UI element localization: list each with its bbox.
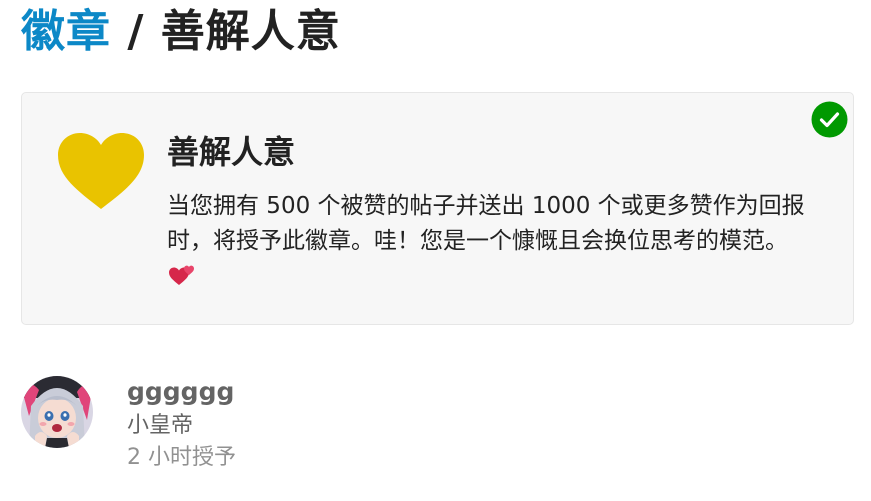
- granted-time: 2 小时授予: [127, 445, 236, 470]
- breadcrumb-badges-link[interactable]: 徽章: [21, 6, 111, 57]
- two-hearts-icon: [169, 265, 194, 285]
- breadcrumb-current: 善解人意: [160, 6, 341, 57]
- page-title: 徽章 / 善解人意: [21, 4, 341, 60]
- check-circle-icon: [811, 101, 848, 138]
- user-title: 小皇帝: [127, 413, 194, 438]
- avatar[interactable]: [21, 376, 93, 448]
- badge-description: 当您拥有 500 个被赞的帖子并送出 1000 个或更多赞作为回报时，将授予此徽…: [167, 189, 807, 294]
- avatar-image: [21, 376, 93, 448]
- badge-name: 善解人意: [167, 133, 296, 171]
- badge-grant-item: gggggg 小皇帝 2 小时授予: [21, 376, 421, 486]
- breadcrumb-separator: /: [111, 6, 161, 57]
- heart-icon: [58, 133, 144, 209]
- badge-card: 善解人意 当您拥有 500 个被赞的帖子并送出 1000 个或更多赞作为回报时，…: [21, 92, 854, 325]
- badge-page: 徽章 / 善解人意 善解人意 当您拥有 500 个被赞的帖子并送出 1000 个…: [0, 0, 871, 501]
- badge-description-text: 当您拥有 500 个被赞的帖子并送出 1000 个或更多赞作为回报时，将授予此徽…: [167, 193, 805, 254]
- username-link[interactable]: gggggg: [127, 376, 234, 408]
